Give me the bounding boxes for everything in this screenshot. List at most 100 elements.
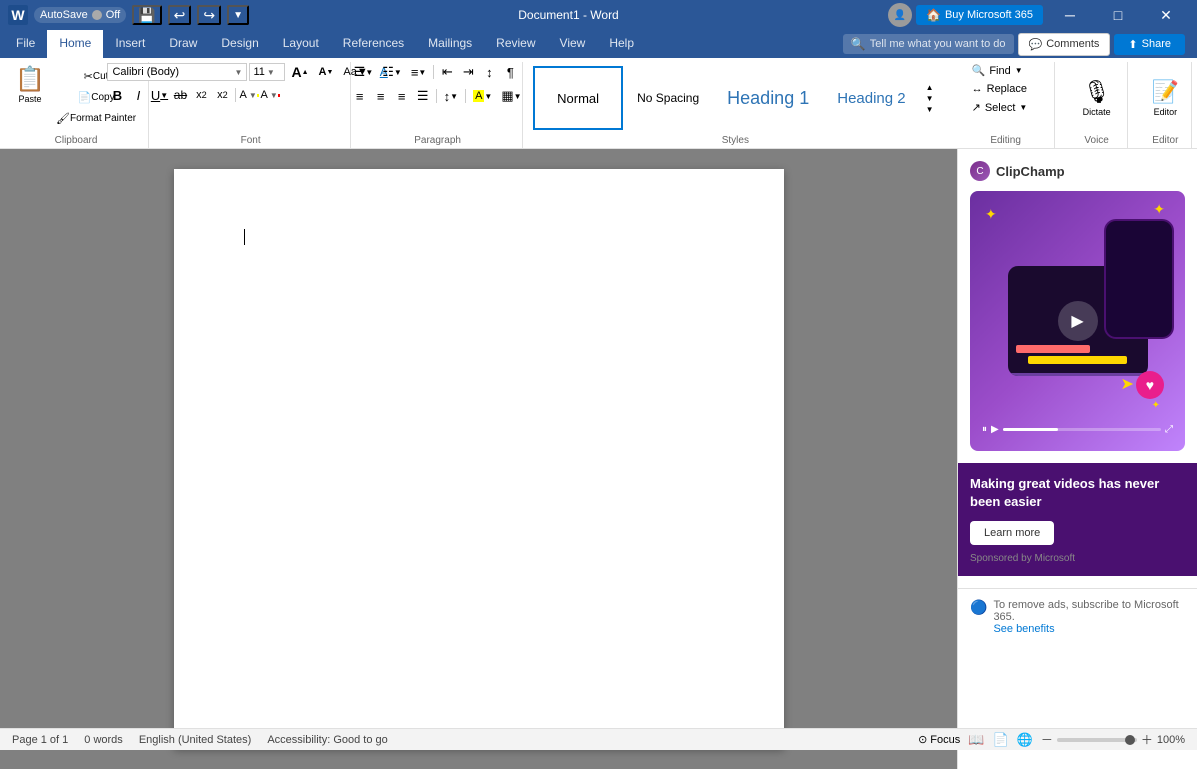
find-button[interactable]: 🔍Find ▼ [966,62,1046,79]
buy-button[interactable]: 🏠 Buy Microsoft 365 [916,5,1043,25]
italic-button[interactable]: I [128,86,148,104]
word-count: 0 words [84,734,123,746]
bullets-button[interactable]: ☰▼ [350,62,378,82]
decrease-indent-button[interactable]: ⇤ [437,62,457,82]
zoom-out-button[interactable]: － [1041,731,1053,748]
tab-design[interactable]: Design [209,30,270,58]
justify-button[interactable]: ☰ [413,86,433,106]
save-button[interactable]: 💾 [132,5,161,25]
learn-more-button[interactable]: Learn more [970,521,1054,545]
info-icon: 🔵 [970,599,987,616]
increase-indent-button[interactable]: ⇥ [458,62,478,82]
align-left-button[interactable]: ≡ [350,86,370,106]
sort-button[interactable]: ↕ [479,62,499,82]
print-layout-button[interactable]: 📄 [992,732,1008,748]
styles-group: Normal No Spacing Heading 1 Heading 2 [525,62,946,148]
read-mode-button[interactable]: 📖 [968,732,984,748]
font-group: Calibri (Body) ▼ 11 ▼ A▲ A▼ Aa▼ A B I [151,62,351,148]
paste-button[interactable]: 📋 Paste [12,62,48,106]
title-bar: W AutoSave Off 💾 ↩ ↪ ▼ Document1 - Word … [0,0,1197,30]
shrink-font-button[interactable]: A▼ [315,62,338,82]
highlight-color-button[interactable]: A▼ [239,86,259,104]
tab-review[interactable]: Review [484,30,547,58]
tab-insert[interactable]: Insert [103,30,157,58]
document-area[interactable] [0,149,957,769]
numbering-button[interactable]: ☷▼ [378,62,406,82]
tab-file[interactable]: File [4,30,47,58]
voice-group-label: Voice [1084,135,1108,146]
show-marks-button[interactable]: ¶ [500,62,520,82]
search-bar-label[interactable]: Tell me what you want to do [870,38,1006,50]
see-benefits-link[interactable]: See benefits [993,623,1054,635]
align-center-button[interactable]: ≡ [371,86,391,106]
undo-button[interactable]: ↩ [168,5,192,25]
ad-headline: Making great videos has never been easie… [970,475,1185,511]
tab-mailings[interactable]: Mailings [416,30,484,58]
tab-references[interactable]: References [331,30,416,58]
tab-draw[interactable]: Draw [157,30,209,58]
style-no-spacing[interactable]: No Spacing [623,66,713,130]
tab-help[interactable]: Help [597,30,646,58]
dictate-button[interactable]: 🎙 Dictate [1075,75,1119,121]
focus-button[interactable]: ⊙ Focus [918,733,960,746]
web-layout-button[interactable]: 🌐 [1017,732,1033,748]
zoom-level[interactable]: 100% [1157,734,1185,746]
strikethrough-button[interactable]: ab [170,86,190,104]
style-heading1[interactable]: Heading 1 [713,66,823,130]
clipchamp-logo: C [970,161,990,181]
page-info: Page 1 of 1 [12,734,68,746]
redo-button[interactable]: ↪ [197,5,221,25]
status-left: Page 1 of 1 0 words English (United Stat… [12,734,388,746]
ribbon: 📋 Paste ✂ Cut 📄 Copy 🖌 Format Painter Cl… [0,58,1197,149]
tab-view[interactable]: View [548,30,598,58]
zoom-slider[interactable] [1057,738,1137,742]
ad-purple-section: Making great videos has never been easie… [958,463,1197,576]
subscript-button[interactable]: x2 [191,86,211,104]
ribbon-content: 📋 Paste ✂ Cut 📄 Copy 🖌 Format Painter Cl… [0,58,1197,148]
underline-button[interactable]: U▼ [149,86,169,104]
bold-button[interactable]: B [107,86,127,104]
star-icon-2: ✦ [1153,201,1165,218]
font-color-button[interactable]: A▼ [260,86,280,104]
tab-home[interactable]: Home [47,30,103,58]
multilevel-list-button[interactable]: ≡▼ [407,62,431,82]
document-page[interactable] [174,169,784,749]
autosave-state: Off [106,9,120,21]
customize-qat-button[interactable]: ▼ [227,5,249,25]
restore-button[interactable]: □ [1095,0,1141,30]
status-right: ⊙ Focus 📖 📄 🌐 － ＋ 100% [918,731,1185,748]
minimize-button[interactable]: ─ [1047,0,1093,30]
borders-button[interactable]: ▦▼ [497,86,525,106]
line-spacing-button[interactable]: ↕▼ [440,86,462,106]
styles-list: Normal No Spacing Heading 1 Heading 2 [533,64,920,132]
side-panel: C ClipChamp ✦ ✦ ✦ [957,149,1197,769]
ad-progress: ⏸ ▶ ⤢ [982,424,1173,439]
ribbon-tabs: File Home Insert Draw Design Layout Refe… [0,30,1197,58]
zoom-in-button[interactable]: ＋ [1141,731,1153,748]
styles-scroll[interactable]: ▲ ▼ ▼ [922,79,938,118]
superscript-button[interactable]: x2 [212,86,232,104]
heart-icon: ♥ [1136,371,1164,399]
share-button[interactable]: ⬆Share [1114,34,1185,55]
font-size-input[interactable]: 11 ▼ [249,63,285,81]
replace-button[interactable]: ↔Replace [966,81,1046,97]
editor-label: Editor [1154,107,1178,117]
editor-group-label: Editor [1152,135,1178,146]
close-button[interactable]: ✕ [1143,0,1189,30]
user-avatar[interactable]: 👤 [888,3,912,27]
status-bar: Page 1 of 1 0 words English (United Stat… [0,728,1197,750]
sponsored-text: Sponsored by Microsoft [970,553,1185,564]
comments-button[interactable]: 💬Comments [1018,33,1111,56]
grow-font-button[interactable]: A▲ [287,62,312,82]
style-heading2[interactable]: Heading 2 [823,66,919,130]
style-normal[interactable]: Normal [533,66,623,130]
font-family-dropdown[interactable]: Calibri (Body) ▼ [107,63,247,81]
autosave-toggle[interactable]: AutoSave Off [34,7,126,23]
editor-button[interactable]: 📝 Editor [1148,75,1183,121]
play-icon: ▶ [1058,301,1098,341]
tab-layout[interactable]: Layout [271,30,331,58]
align-right-button[interactable]: ≡ [392,86,412,106]
select-button[interactable]: ↗Select ▼ [966,99,1046,116]
remove-ads-text: To remove ads, subscribe to Microsoft 36… [993,599,1178,623]
shading-button[interactable]: A ▼ [469,86,496,106]
